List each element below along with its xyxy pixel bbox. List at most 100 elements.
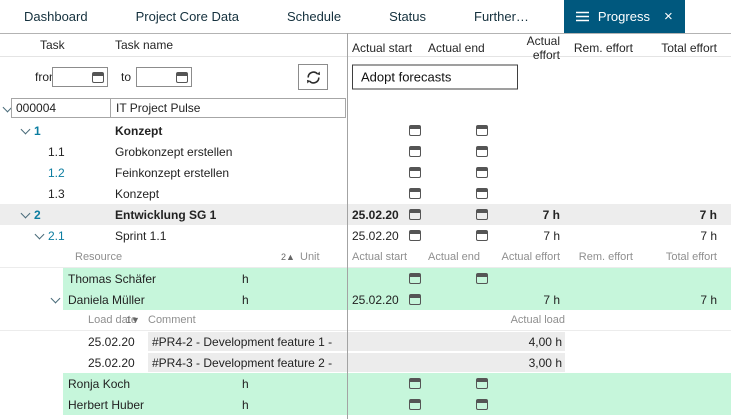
calendar-icon[interactable] — [476, 188, 488, 199]
calendar-icon[interactable] — [409, 399, 421, 410]
col-comment: Comment — [148, 314, 196, 326]
calendar-icon[interactable] — [476, 378, 488, 389]
project-id-field[interactable]: 000004 — [12, 99, 111, 117]
resource-name[interactable]: Daniela Müller — [68, 293, 145, 307]
tab-progress-label: Progress — [598, 9, 650, 24]
task-id[interactable]: 2 — [34, 208, 41, 222]
calendar-icon[interactable] — [476, 125, 488, 136]
calendar-icon[interactable] — [409, 125, 421, 136]
tab-dashboard[interactable]: Dashboard — [14, 0, 98, 33]
resource-name[interactable]: Herbert Huber — [68, 398, 144, 412]
menu-icon[interactable] — [576, 11, 589, 22]
load-comment: #PR4-2 - Development feature 1 - — [152, 335, 332, 349]
sort-indicator[interactable]: 1▼ — [126, 315, 140, 325]
load-comment: #PR4-3 - Development feature 2 - — [152, 356, 332, 370]
col-actual-start: Actual start — [348, 41, 428, 55]
to-label: to — [121, 70, 131, 84]
col-total-effort: Total effort — [640, 41, 731, 55]
calendar-icon[interactable] — [476, 167, 488, 178]
calendar-icon[interactable] — [409, 209, 421, 220]
resource-row: Daniela Müller h 25.02.20 7 h 7 h — [0, 289, 731, 310]
col-actual-end: Actual end — [428, 41, 500, 55]
load-value: 3,00 h — [465, 356, 562, 370]
task-id[interactable]: 1.1 — [48, 145, 65, 159]
task-name[interactable]: Entwicklung SG 1 — [115, 208, 216, 222]
task-name[interactable]: Konzept — [115, 187, 159, 201]
refresh-button[interactable] — [298, 64, 328, 90]
filter-row: from to Adopt forecasts — [0, 57, 731, 97]
tab-status[interactable]: Status — [379, 0, 436, 33]
resource-row: Herbert Huber h — [0, 394, 731, 415]
load-row: 25.02.20 #PR4-2 - Development feature 1 … — [0, 331, 731, 352]
progress-view: Dashboard Project Core Data Schedule Sta… — [0, 0, 731, 419]
calendar-icon[interactable] — [409, 188, 421, 199]
calendar-icon[interactable] — [409, 273, 421, 284]
col-task-name: Task name — [115, 38, 173, 52]
calendar-icon[interactable] — [409, 230, 421, 241]
calendar-icon[interactable] — [476, 273, 488, 284]
task-row: 1.1 Grobkonzept erstellen — [0, 141, 731, 162]
calendar-icon[interactable] — [176, 72, 188, 83]
load-header-row: Load date 1▼ Comment Actual load — [0, 310, 731, 331]
load-date: 25.02.20 — [88, 335, 135, 349]
adopt-forecasts-button[interactable]: Adopt forecasts — [352, 65, 518, 90]
task-row: 2.1 Sprint 1.1 25.02.20 7 h 7 h — [0, 225, 731, 246]
resource-row: Thomas Schäfer h — [0, 268, 731, 289]
col-unit: Unit — [300, 251, 320, 263]
resource-unit: h — [242, 398, 249, 412]
tab-further[interactable]: Further… — [464, 0, 539, 33]
pane-divider[interactable] — [347, 33, 348, 419]
col-task: Task — [40, 38, 65, 52]
task-id[interactable]: 1.3 — [48, 187, 65, 201]
task-name[interactable]: Konzept — [115, 124, 162, 138]
calendar-icon[interactable] — [92, 72, 104, 83]
resource-unit: h — [242, 293, 249, 307]
resource-name[interactable]: Thomas Schäfer — [68, 272, 156, 286]
project-name-field[interactable]: IT Project Pulse — [111, 101, 200, 115]
chevron-down-icon[interactable] — [51, 293, 61, 303]
calendar-icon[interactable] — [476, 209, 488, 220]
task-row: 1.2 Feinkonzept erstellen — [0, 162, 731, 183]
chevron-down-icon[interactable] — [35, 229, 45, 239]
calendar-icon[interactable] — [409, 146, 421, 157]
resource-unit: h — [242, 272, 249, 286]
refresh-icon — [305, 69, 322, 86]
calendar-icon[interactable] — [409, 167, 421, 178]
project-root-row: 000004 IT Project Pulse — [0, 97, 731, 120]
tab-schedule[interactable]: Schedule — [277, 0, 351, 33]
tab-project-core-data[interactable]: Project Core Data — [126, 0, 249, 33]
col-rem-effort: Rem. effort — [565, 41, 640, 55]
task-id[interactable]: 2.1 — [48, 229, 65, 243]
resource-row: Ronja Koch h — [0, 373, 731, 394]
col-resource[interactable]: Resource — [75, 251, 122, 263]
calendar-icon[interactable] — [409, 294, 421, 305]
close-icon[interactable]: × — [664, 9, 673, 24]
load-date: 25.02.20 — [88, 356, 135, 370]
calendar-icon[interactable] — [409, 378, 421, 389]
chevron-down-icon[interactable] — [21, 208, 31, 218]
task-id[interactable]: 1 — [34, 124, 41, 138]
task-row: 2 Entwicklung SG 1 25.02.20 7 h 7 h — [0, 204, 731, 225]
task-row: 1 Konzept — [0, 120, 731, 141]
task-row: 1.3 Konzept — [0, 183, 731, 204]
sort-indicator[interactable]: 2▲ — [281, 252, 295, 262]
load-value: 4,00 h — [465, 335, 562, 349]
resource-header-row: Resource 2▲ Unit Actual start Actual end… — [0, 246, 731, 268]
tab-progress[interactable]: Progress × — [564, 0, 685, 33]
resource-unit: h — [242, 377, 249, 391]
chevron-down-icon[interactable] — [21, 124, 31, 134]
task-name[interactable]: Grobkonzept erstellen — [115, 145, 232, 159]
column-header-row: Task Task name Actual start Actual end A… — [0, 34, 731, 57]
task-name[interactable]: Feinkonzept erstellen — [115, 166, 229, 180]
tab-bar: Dashboard Project Core Data Schedule Sta… — [0, 0, 731, 34]
to-date-input[interactable] — [136, 67, 192, 87]
task-id[interactable]: 1.2 — [48, 166, 65, 180]
task-name[interactable]: Sprint 1.1 — [115, 229, 166, 243]
from-date-input[interactable] — [52, 67, 108, 87]
resource-name[interactable]: Ronja Koch — [68, 377, 130, 391]
calendar-icon[interactable] — [476, 399, 488, 410]
calendar-icon[interactable] — [476, 230, 488, 241]
calendar-icon[interactable] — [476, 146, 488, 157]
load-row: 25.02.20 #PR4-3 - Development feature 2 … — [0, 352, 731, 373]
col-actual-load: Actual load — [465, 314, 583, 326]
